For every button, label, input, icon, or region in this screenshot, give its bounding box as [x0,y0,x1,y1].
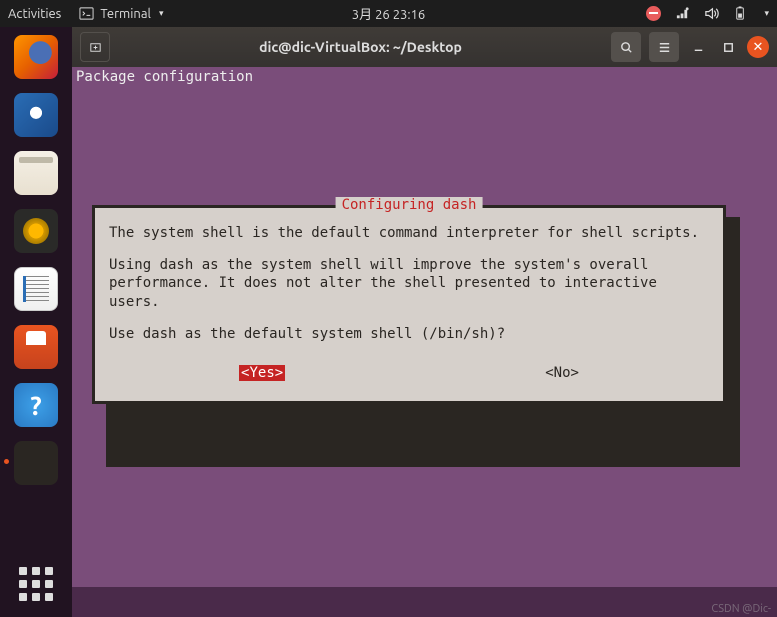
dialog-text-3: Use dash as the default system shell (/b… [109,325,709,343]
help-launcher[interactable]: ? [14,383,58,427]
hamburger-menu-button[interactable] [649,32,679,62]
battery-icon[interactable] [733,6,748,21]
volume-icon[interactable] [704,6,719,21]
terminal-content[interactable]: Package configuration Configuring dash T… [72,67,777,587]
gnome-topbar: Activities Terminal ▾ 3月 26 23:16 ▾ [0,0,777,27]
system-menu-chevron-icon[interactable]: ▾ [764,8,769,19]
maximize-button[interactable] [717,36,739,58]
terminal-launcher[interactable] [14,441,58,485]
no-button[interactable]: <No> [545,365,579,381]
show-applications-button[interactable] [19,567,53,601]
terminal-window: dic@dic-VirtualBox: ~/Desktop ✕ Package … [72,27,777,587]
firefox-launcher[interactable] [14,35,58,79]
ubuntu-dock: ? [0,27,72,617]
app-menu[interactable]: Terminal ▾ [79,6,163,21]
dialog-text-1: The system shell is the default command … [109,224,709,242]
yes-button[interactable]: <Yes> [239,365,285,381]
dialog-text-2: Using dash as the system shell will impr… [109,256,709,311]
ubuntu-software-launcher[interactable] [14,325,58,369]
package-config-header: Package configuration [76,69,773,85]
files-launcher[interactable] [14,151,58,195]
do-not-disturb-icon[interactable] [646,6,661,21]
watermark: CSDN @Dic- [711,603,771,615]
terminal-icon [79,6,94,21]
minimize-button[interactable] [687,36,709,58]
window-titlebar: dic@dic-VirtualBox: ~/Desktop ✕ [72,27,777,67]
clock[interactable]: 3月 26 23:16 [352,4,425,23]
activities-button[interactable]: Activities [8,7,61,21]
network-icon[interactable] [675,6,690,21]
close-button[interactable]: ✕ [747,36,769,58]
debconf-dialog: Configuring dash The system shell is the… [92,205,726,404]
dialog-title: Configuring dash [336,197,483,213]
window-title: dic@dic-VirtualBox: ~/Desktop [118,39,603,55]
new-tab-button[interactable] [80,32,110,62]
search-button[interactable] [611,32,641,62]
libreoffice-writer-launcher[interactable] [14,267,58,311]
rhythmbox-launcher[interactable] [14,209,58,253]
chevron-down-icon: ▾ [159,8,164,19]
thunderbird-launcher[interactable] [14,93,58,137]
